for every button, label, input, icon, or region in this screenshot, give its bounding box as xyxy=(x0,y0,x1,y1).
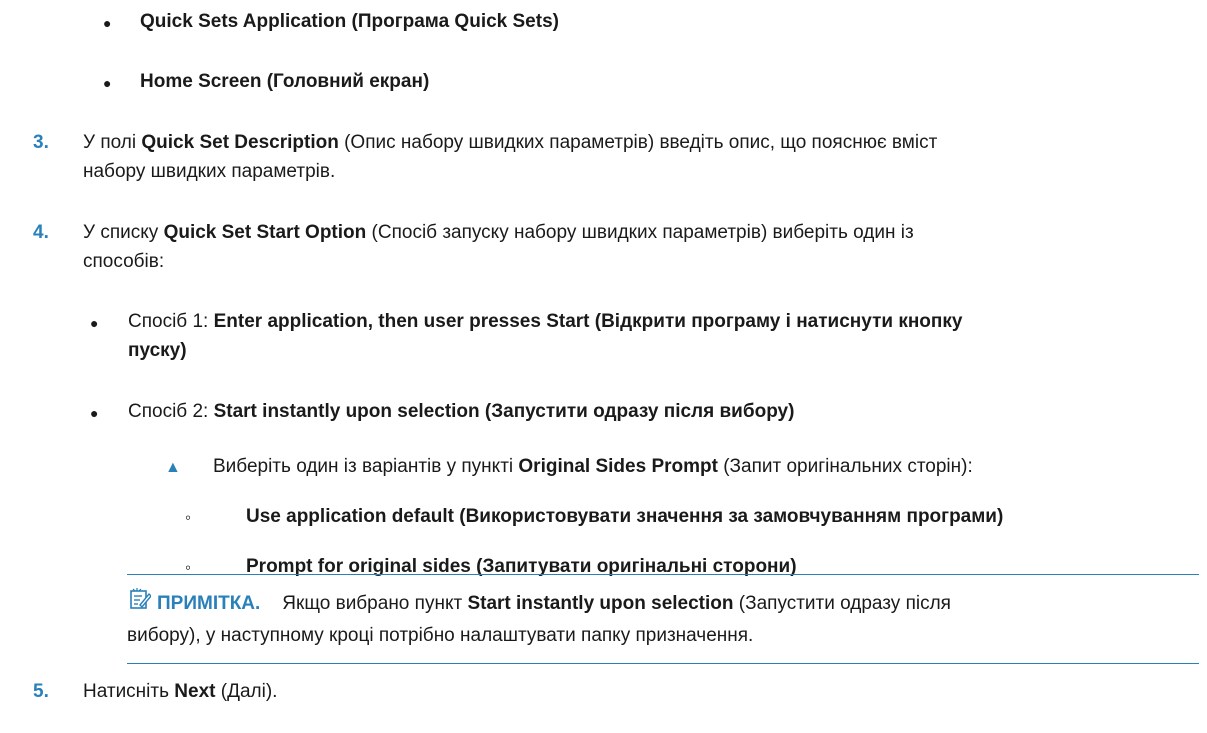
option-item: Спосіб 2: Start instantly upon selection… xyxy=(128,401,795,422)
note-pencil-icon xyxy=(129,588,152,619)
option-item: Спосіб 1: Enter application, then user p… xyxy=(128,311,963,332)
bullet-icon: ● xyxy=(90,315,99,331)
sub-item: Виберіть один із варіантів у пункті Orig… xyxy=(213,456,973,477)
step-number: 4. xyxy=(33,222,49,243)
document-page: ● Quick Sets Application (Програма Quick… xyxy=(0,0,1207,733)
bullet-text: Home Screen (Головний екран) xyxy=(140,71,430,92)
step-text-cont: набору швидких параметрів. xyxy=(83,161,336,182)
sub-list-item: Use application default (Використовувати… xyxy=(246,506,1004,527)
triangle-icon: ▲ xyxy=(165,459,181,476)
bullet-icon: ● xyxy=(103,75,112,91)
circle-bullet-icon: ◦ xyxy=(185,508,192,527)
list-item: Home Screen (Головний екран) xyxy=(140,67,429,96)
step-number: 5. xyxy=(33,681,49,702)
list-item: Quick Sets Application (Програма Quick S… xyxy=(140,7,559,36)
note-box: ПРИМІТКА. Якщо вибрано пункт Start instan… xyxy=(127,574,1199,664)
note-line-cont: вибору), у наступному кроці потрібно нал… xyxy=(127,625,754,646)
step-text: Натисніть Next (Далі). xyxy=(83,681,278,702)
option-item-cont: пуску) xyxy=(128,340,187,361)
bullet-icon: ● xyxy=(103,15,112,31)
bullet-text: Quick Sets Application (Програма Quick S… xyxy=(140,11,559,32)
step-number: 3. xyxy=(33,132,49,153)
step-text: У списку Quick Set Start Option (Спосіб … xyxy=(83,222,914,243)
bullet-icon: ● xyxy=(90,405,99,421)
note-label: ПРИМІТКА. xyxy=(157,593,261,614)
step-text-cont: способів: xyxy=(83,251,165,272)
step-text: У полі Quick Set Description (Опис набор… xyxy=(83,132,938,153)
note-line: ПРИМІТКА. Якщо вибрано пункт Start instan… xyxy=(157,589,951,618)
